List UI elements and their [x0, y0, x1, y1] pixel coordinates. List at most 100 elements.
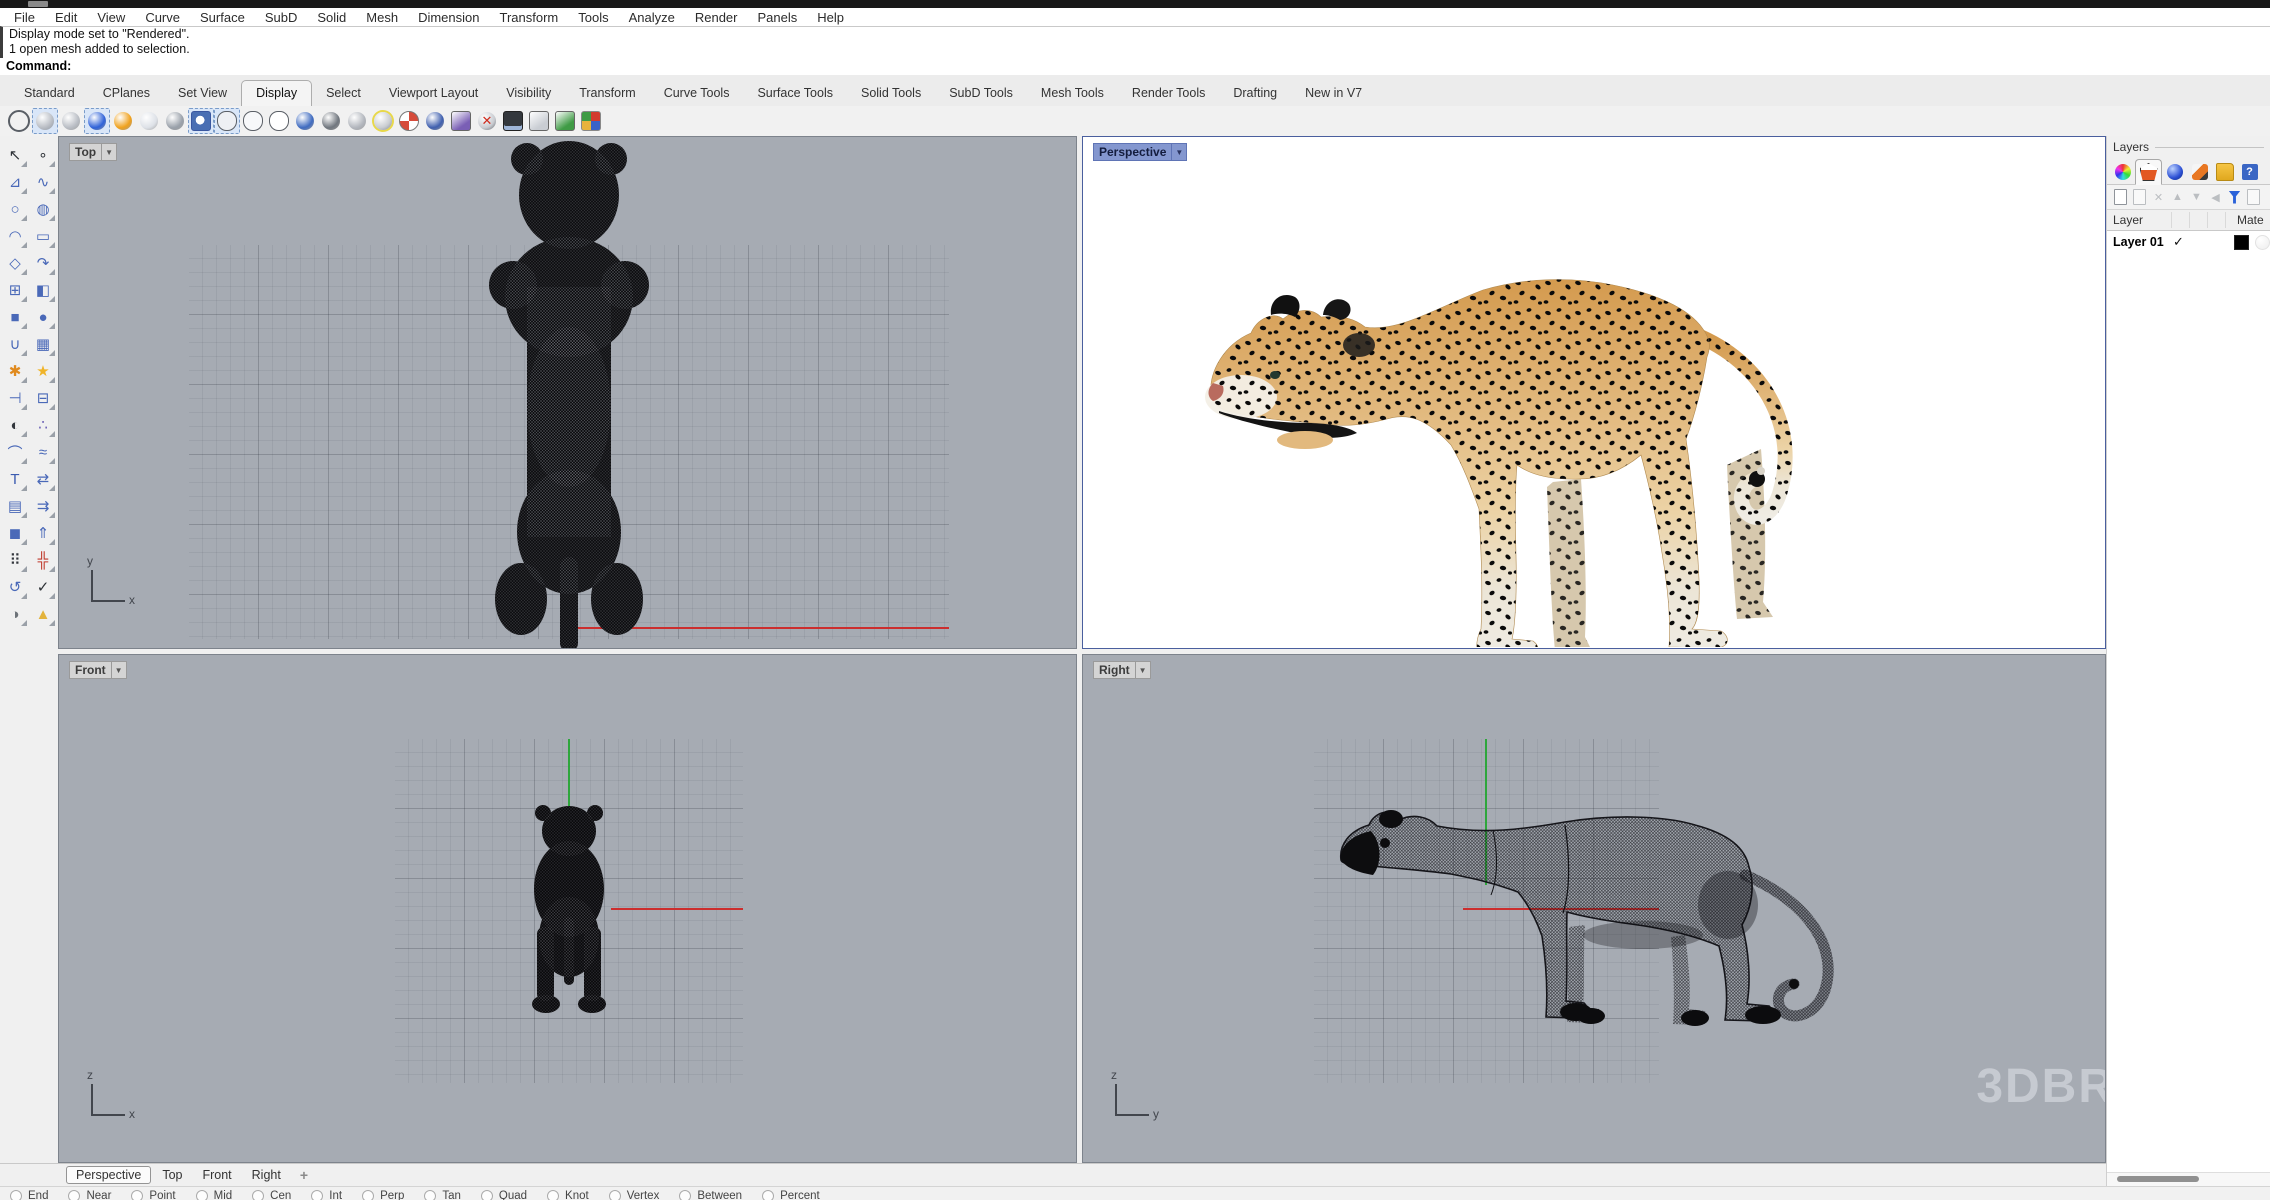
- check-icon[interactable]: ✓: [30, 574, 56, 600]
- menu-mesh[interactable]: Mesh: [356, 10, 408, 25]
- menu-transform[interactable]: Transform: [489, 10, 568, 25]
- cylinder-icon[interactable]: ∪: [2, 331, 28, 357]
- insert-block-icon[interactable]: ╬: [30, 547, 56, 573]
- surface-corner-icon[interactable]: ◧: [30, 277, 56, 303]
- viewport-title-front[interactable]: Front▼: [69, 661, 127, 679]
- osnap-vertex[interactable]: Vertex: [609, 1187, 660, 1200]
- menu-file[interactable]: File: [4, 10, 45, 25]
- boolean-difference-icon[interactable]: ◑: [2, 601, 28, 627]
- select-pointer-icon[interactable]: ↖: [2, 142, 28, 168]
- display-options-icon[interactable]: [578, 108, 604, 134]
- menu-render[interactable]: Render: [685, 10, 748, 25]
- technical-display-icon[interactable]: [240, 108, 266, 134]
- extrude-icon[interactable]: ⇑: [30, 520, 56, 546]
- array-icon[interactable]: ⠿: [2, 547, 28, 573]
- materials-tab-icon[interactable]: [2162, 160, 2187, 184]
- osnap-checkbox[interactable]: [68, 1190, 80, 1200]
- point-cloud-icon[interactable]: ∴: [30, 412, 56, 438]
- osnap-point[interactable]: Point: [131, 1187, 175, 1200]
- cycle-display-modes-icon[interactable]: [292, 108, 318, 134]
- shaded-display-icon[interactable]: [32, 108, 58, 134]
- osnap-checkbox[interactable]: [196, 1190, 208, 1200]
- group-icon[interactable]: ▤: [2, 493, 28, 519]
- osnap-cen[interactable]: Cen: [252, 1187, 291, 1200]
- osnap-checkbox[interactable]: [362, 1190, 374, 1200]
- circle-icon[interactable]: ○: [2, 196, 28, 222]
- osnap-int[interactable]: Int: [311, 1187, 342, 1200]
- viewport-right[interactable]: Right▼ 3DBR: [1082, 654, 2106, 1163]
- viewport-page-tab-perspective[interactable]: Perspective: [66, 1166, 151, 1184]
- shaded-all-icon[interactable]: [58, 108, 84, 134]
- ribbon-tab-transform[interactable]: Transform: [565, 81, 650, 106]
- layer-color-swatch[interactable]: [2234, 235, 2249, 250]
- sphere-icon[interactable]: ●: [30, 304, 56, 330]
- osnap-checkbox[interactable]: [481, 1190, 493, 1200]
- pyramid-icon[interactable]: ▲: [30, 601, 56, 627]
- viewport-title-right[interactable]: Right▼: [1093, 661, 1151, 679]
- wireframe-display-icon[interactable]: [6, 108, 32, 134]
- viewport-front[interactable]: Front▼ z: [58, 654, 1077, 1163]
- viewport-page-tab-right[interactable]: Right: [243, 1167, 290, 1183]
- print-preview-icon[interactable]: [266, 108, 292, 134]
- arc-icon[interactable]: ◠: [2, 223, 28, 249]
- menu-surface[interactable]: Surface: [190, 10, 255, 25]
- ribbon-tab-select[interactable]: Select: [312, 81, 375, 106]
- filter-icon[interactable]: [2225, 188, 2244, 206]
- rectangle-icon[interactable]: ▭: [30, 223, 56, 249]
- ribbon-tab-new-in-v7[interactable]: New in V7: [1291, 81, 1376, 106]
- leopard-right-wireframe[interactable]: [1333, 785, 1863, 1047]
- menu-curve[interactable]: Curve: [135, 10, 190, 25]
- duplicate-layer-icon[interactable]: [2244, 188, 2263, 206]
- camera-icon[interactable]: [422, 108, 448, 134]
- control-curve-icon[interactable]: ∿: [30, 169, 56, 195]
- ribbon-tab-viewport-layout[interactable]: Viewport Layout: [375, 81, 492, 106]
- ribbon-tab-subd-tools[interactable]: SubD Tools: [935, 81, 1027, 106]
- sun-display-icon[interactable]: [110, 108, 136, 134]
- osnap-knot[interactable]: Knot: [547, 1187, 589, 1200]
- twist-icon[interactable]: ↺: [2, 574, 28, 600]
- trim-icon[interactable]: ⊣: [2, 385, 28, 411]
- polygon-icon[interactable]: ◇: [2, 250, 28, 276]
- text-icon[interactable]: T: [2, 466, 28, 492]
- viewport-page-tab-front[interactable]: Front: [193, 1167, 240, 1183]
- help-tab-icon[interactable]: ?: [2237, 160, 2262, 184]
- viewport-title-perspective[interactable]: Perspective▼: [1093, 143, 1187, 161]
- layer-row[interactable]: Layer 01 ✓: [2107, 231, 2270, 253]
- highlight-toggle-icon[interactable]: [370, 108, 396, 134]
- point-icon[interactable]: ∘: [30, 142, 56, 168]
- ribbon-tab-drafting[interactable]: Drafting: [1219, 81, 1291, 106]
- freeform-curve-icon[interactable]: ↷: [30, 250, 56, 276]
- box-icon[interactable]: ■: [2, 304, 28, 330]
- polyline-icon[interactable]: ⊿: [2, 169, 28, 195]
- delete-layer-icon[interactable]: ✕: [2149, 188, 2168, 206]
- ribbon-tab-display[interactable]: Display: [241, 80, 312, 107]
- osnap-checkbox[interactable]: [10, 1190, 22, 1200]
- osnap-near[interactable]: Near: [68, 1187, 111, 1200]
- scrollbar-thumb[interactable]: [2117, 1176, 2199, 1182]
- menu-solid[interactable]: Solid: [307, 10, 356, 25]
- command-prompt-input[interactable]: Command:: [0, 58, 2270, 76]
- move-down-icon[interactable]: ▼: [2187, 188, 2206, 206]
- artistic-display-icon[interactable]: [188, 108, 214, 134]
- libraries-tab-icon[interactable]: [2212, 160, 2237, 184]
- ribbon-tab-standard[interactable]: Standard: [10, 81, 89, 106]
- osnap-checkbox[interactable]: [547, 1190, 559, 1200]
- ribbon-tab-mesh-tools[interactable]: Mesh Tools: [1027, 81, 1118, 106]
- chevron-down-icon[interactable]: ▼: [1135, 662, 1150, 678]
- properties-tab-icon[interactable]: [2110, 160, 2135, 184]
- split-icon[interactable]: ⊟: [30, 385, 56, 411]
- osnap-checkbox[interactable]: [252, 1190, 264, 1200]
- viewport-page-tab-top[interactable]: Top: [153, 1167, 191, 1183]
- copy-layer-icon[interactable]: [2130, 188, 2149, 206]
- leopard-top-wireframe[interactable]: [467, 137, 671, 649]
- refresh-render-mesh-icon[interactable]: [552, 108, 578, 134]
- chevron-down-icon[interactable]: ▼: [1171, 144, 1186, 160]
- rendered-display-icon[interactable]: [84, 108, 110, 134]
- menu-panels[interactable]: Panels: [747, 10, 807, 25]
- shade-object-icon[interactable]: [344, 108, 370, 134]
- pen-display-icon[interactable]: [214, 108, 240, 134]
- ribbon-tab-surface-tools[interactable]: Surface Tools: [743, 81, 847, 106]
- smash-icon[interactable]: ★: [30, 358, 56, 384]
- chevron-down-icon[interactable]: ▼: [101, 144, 116, 160]
- move-left-icon[interactable]: ◀: [2206, 188, 2225, 206]
